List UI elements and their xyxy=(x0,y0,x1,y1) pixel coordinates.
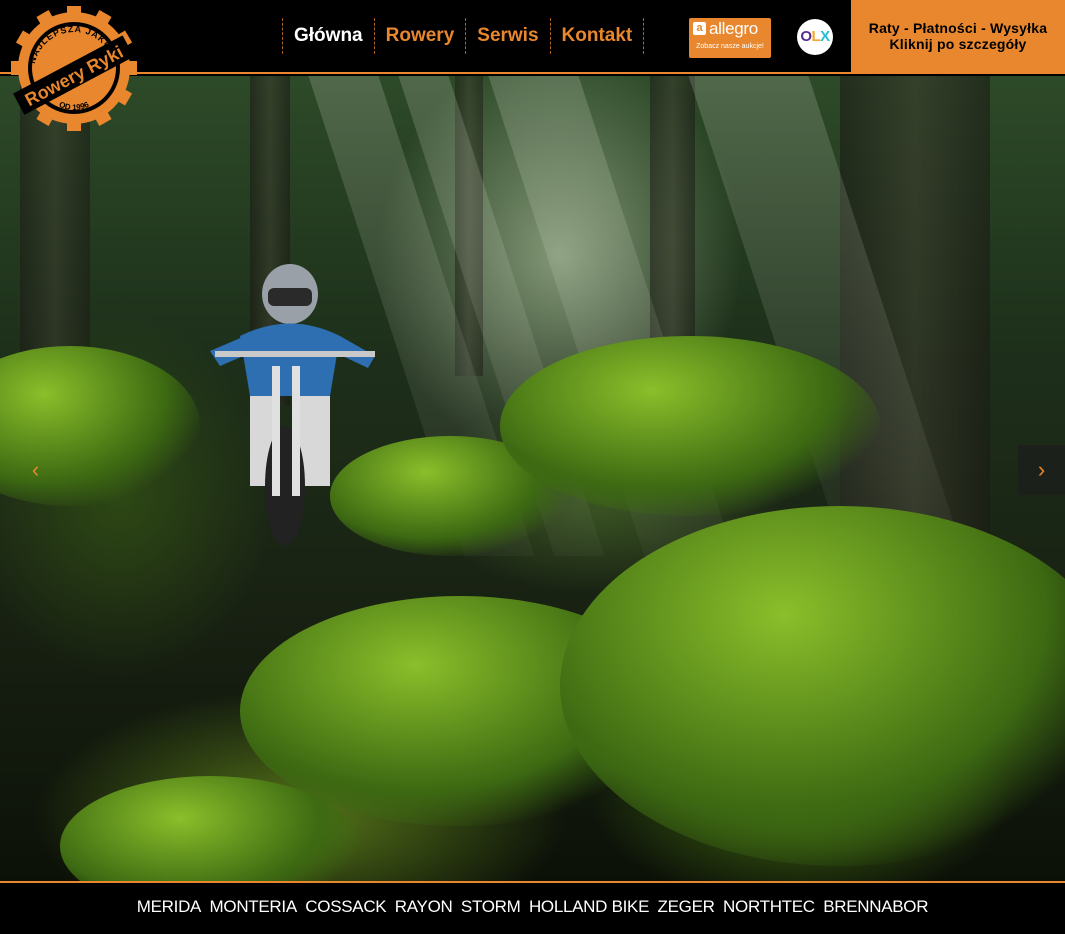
brand-link[interactable]: MONTERIA xyxy=(210,897,298,916)
brand-link[interactable]: BRENNABOR xyxy=(823,897,928,916)
rider-image xyxy=(210,264,375,546)
nav-item-rowery[interactable]: Rowery xyxy=(373,18,466,54)
brand-link[interactable]: ZEGER xyxy=(658,897,715,916)
promo-line-2: Kliknij po szczegóły xyxy=(889,36,1027,52)
site-header: Główna Rowery Serwis Kontakt a allegro Z… xyxy=(0,0,1065,74)
allegro-label: allegro xyxy=(709,19,758,38)
nav-divider xyxy=(643,18,645,54)
olx-letter-x: X xyxy=(820,28,830,45)
moss-rock xyxy=(500,336,880,516)
nav-item-glowna[interactable]: Główna xyxy=(282,18,374,54)
brand-link[interactable]: MERIDA xyxy=(137,897,202,916)
brand-link[interactable]: NORTHTEC xyxy=(723,897,815,916)
brand-link[interactable]: RAYON xyxy=(395,897,453,916)
brands-list: MERIDA MONTERIA COSSACK RAYON STORM HOLL… xyxy=(0,897,1065,917)
olx-letter-l: L xyxy=(811,28,821,45)
promo-line-1: Raty - Płatności - Wysyłka xyxy=(868,20,1048,36)
logo[interactable]: NAJLEPSZA JAKOŚĆ OD 1996 Rowery Ryki xyxy=(4,6,142,134)
main-nav: Główna Rowery Serwis Kontakt xyxy=(282,18,645,54)
olx-letter-o: O xyxy=(800,28,812,45)
nav-item-serwis[interactable]: Serwis xyxy=(465,18,549,54)
nav-item-kontakt[interactable]: Kontakt xyxy=(549,18,644,54)
allegro-button[interactable]: a allegro Zobacz nasze aukcje! xyxy=(689,18,771,58)
olx-button[interactable]: OLX xyxy=(797,19,833,55)
promo-banner[interactable]: Raty - Płatności - Wysyłka Kliknij po sz… xyxy=(851,0,1065,74)
slider-prev-button[interactable]: ‹ xyxy=(12,445,59,495)
brands-bar: MERIDA MONTERIA COSSACK RAYON STORM HOLL… xyxy=(0,881,1065,934)
brand-link[interactable]: COSSACK xyxy=(305,897,386,916)
allegro-icon: a xyxy=(693,22,706,35)
brand-link[interactable]: STORM xyxy=(461,897,521,916)
chevron-right-icon: › xyxy=(1037,457,1046,482)
moss-rock xyxy=(560,506,1065,866)
slider-next-button[interactable]: › xyxy=(1018,445,1065,495)
hero-slider: ‹ › xyxy=(0,76,1065,881)
brand-link[interactable]: HOLLAND BIKE xyxy=(529,897,649,916)
chevron-left-icon: ‹ xyxy=(31,457,40,482)
allegro-subtitle: Zobacz nasze aukcje! xyxy=(696,43,764,50)
